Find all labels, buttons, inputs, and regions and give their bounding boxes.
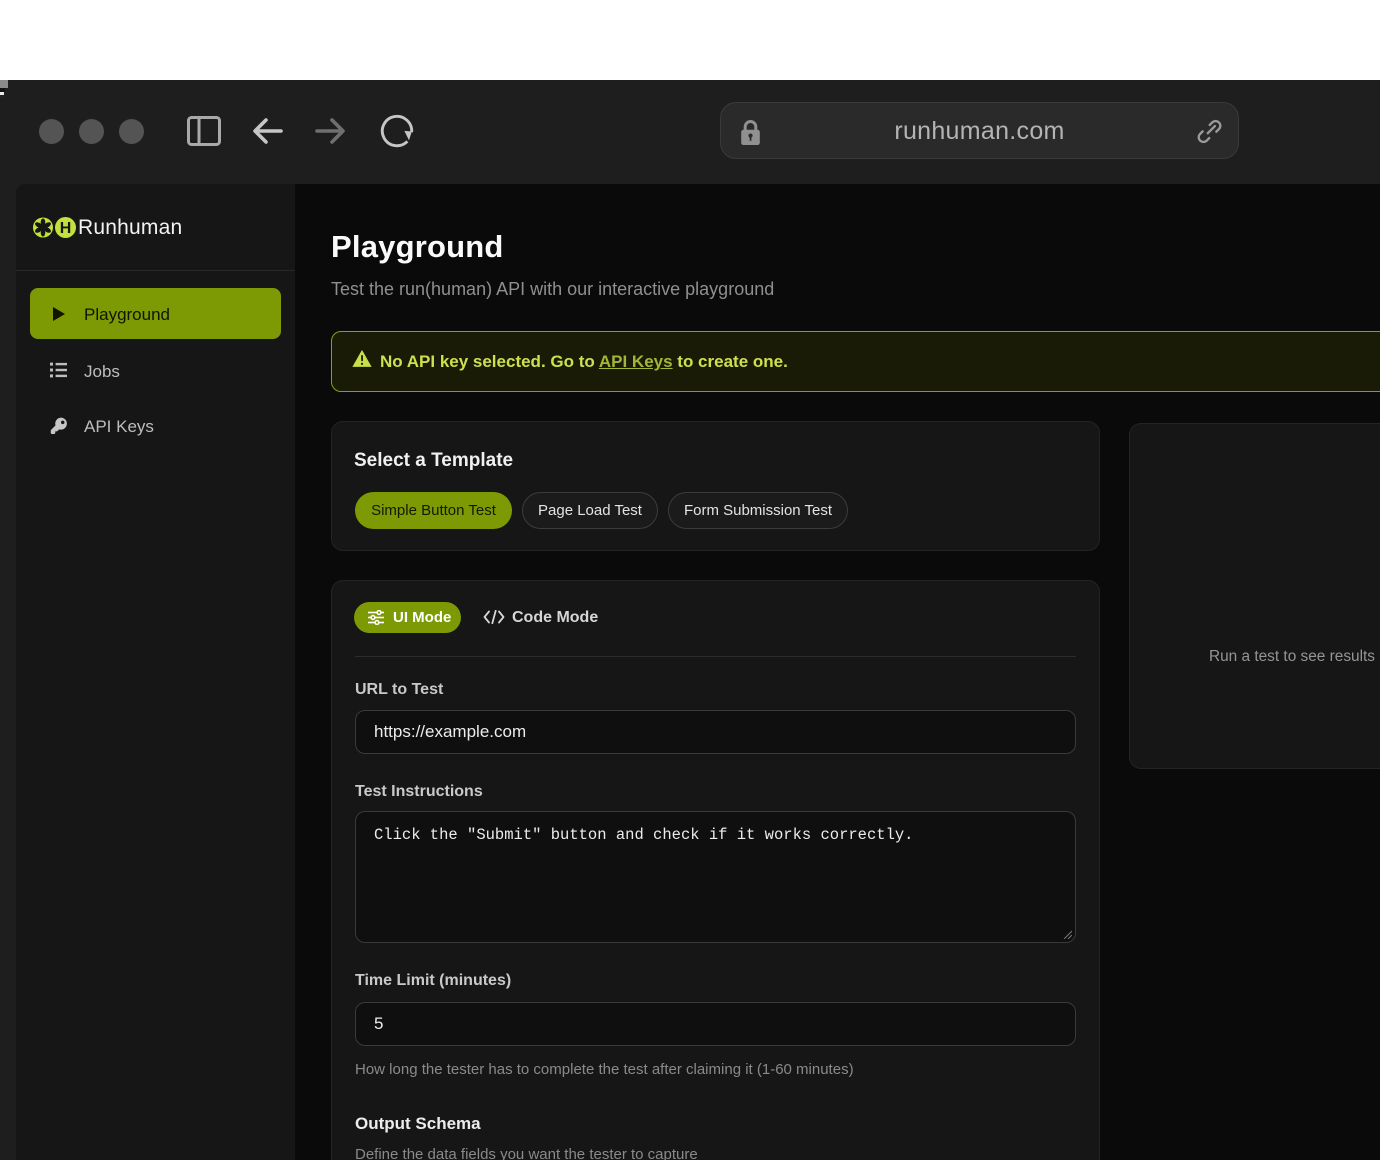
svg-text:H: H [60,220,72,237]
